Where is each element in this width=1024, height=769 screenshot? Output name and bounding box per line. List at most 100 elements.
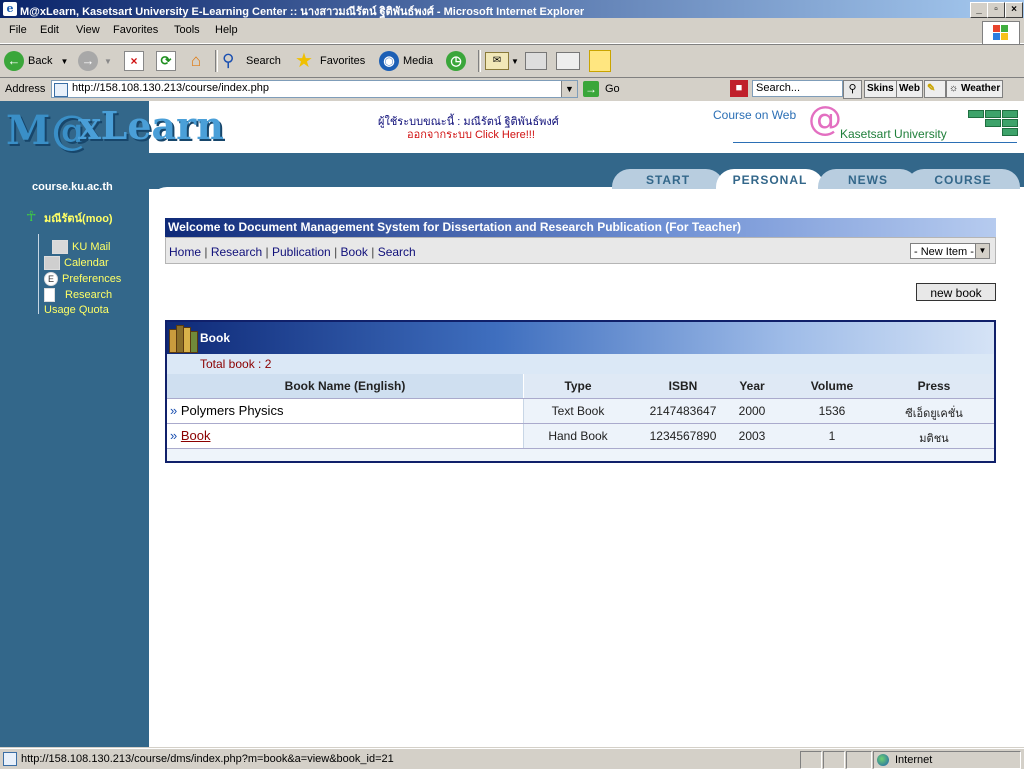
weather-button[interactable]: ☼ Weather bbox=[946, 80, 1004, 98]
close-button[interactable]: × bbox=[1005, 2, 1023, 18]
book-name[interactable]: » Polymers Physics bbox=[170, 403, 283, 418]
zone-label: Internet bbox=[895, 754, 933, 766]
globe-icon bbox=[877, 754, 889, 766]
sidebar-item-calendar[interactable]: Calendar bbox=[44, 256, 109, 270]
tab-start[interactable]: START bbox=[612, 169, 724, 189]
history-button[interactable]: ◷ bbox=[446, 50, 470, 72]
nav-research[interactable]: Research bbox=[211, 245, 262, 259]
messenger-button[interactable] bbox=[589, 50, 611, 72]
menu-tools[interactable]: Tools bbox=[174, 24, 200, 36]
skins-button[interactable]: Skins bbox=[864, 80, 897, 98]
web-button[interactable]: Web bbox=[896, 80, 923, 98]
window-title: M@xLearn, Kasetsart University E-Learnin… bbox=[20, 6, 585, 18]
tab-news[interactable]: NEWS bbox=[818, 169, 918, 189]
history-icon: ◷ bbox=[446, 51, 466, 71]
status-text: http://158.108.130.213/course/dms/index.… bbox=[21, 753, 394, 765]
address-bar: Address http://158.108.130.213/course/in… bbox=[0, 77, 1024, 100]
breadcrumb: Home | Research | Publication | Book | S… bbox=[165, 237, 996, 264]
window-title-bar: e M@xLearn, Kasetsart University E-Learn… bbox=[0, 0, 1024, 18]
stop-button[interactable]: × bbox=[124, 50, 144, 72]
search-button[interactable]: ⚲ Search bbox=[222, 50, 281, 72]
kasetsart-label: Kasetsart University bbox=[840, 127, 947, 141]
media-icon: ◉ bbox=[379, 51, 399, 71]
print-button[interactable] bbox=[525, 50, 547, 72]
tab-course[interactable]: COURSE bbox=[906, 169, 1020, 189]
table-row[interactable]: » Polymers Physics Text Book 2147483647 … bbox=[167, 399, 994, 424]
sidebar-user-name[interactable]: มณีรัตน์(moo) bbox=[44, 209, 113, 227]
logout-link[interactable]: ออกจากระบบ Click Here!!! bbox=[407, 125, 535, 143]
refresh-button[interactable]: ⟳ bbox=[156, 50, 176, 72]
main-panel bbox=[149, 187, 1024, 747]
ie-icon: e bbox=[3, 2, 17, 16]
highlight-icon[interactable]: ✎ bbox=[924, 80, 946, 98]
page-icon bbox=[3, 752, 17, 766]
stop-icon: × bbox=[124, 51, 144, 71]
book-name[interactable]: » Book bbox=[170, 428, 211, 443]
sidebar-item-label: Preferences bbox=[62, 273, 122, 285]
back-dropdown-icon[interactable]: ▼ bbox=[60, 57, 68, 66]
menu-help[interactable]: Help bbox=[215, 24, 238, 36]
back-button[interactable]: ← Back ▼ bbox=[4, 50, 68, 72]
media-label: Media bbox=[403, 55, 433, 67]
menu-file[interactable]: File bbox=[9, 24, 27, 36]
user-icon: ☥ bbox=[26, 208, 37, 224]
go-arrow-icon: → bbox=[583, 80, 599, 97]
divider bbox=[733, 142, 1017, 143]
forward-dropdown-icon[interactable]: ▼ bbox=[104, 57, 112, 66]
nav-search[interactable]: Search bbox=[378, 245, 416, 259]
mail-button[interactable]: ✉ ▼ bbox=[485, 50, 519, 72]
print-icon bbox=[525, 52, 547, 70]
new-item-select[interactable]: - New Item - ▼ bbox=[910, 243, 990, 259]
nav-publication[interactable]: Publication bbox=[272, 245, 331, 259]
table-header: Book bbox=[167, 322, 994, 354]
mail-icon bbox=[52, 240, 68, 254]
chevron-down-icon[interactable]: ▼ bbox=[975, 244, 989, 258]
menu-edit[interactable]: Edit bbox=[40, 24, 59, 36]
book-link[interactable]: Book bbox=[181, 428, 211, 443]
toolbar-search-icon[interactable]: ⚲ bbox=[843, 80, 862, 99]
favorites-label: Favorites bbox=[320, 55, 366, 67]
forward-button[interactable]: → ▼ bbox=[78, 50, 112, 72]
document-icon bbox=[44, 288, 55, 302]
col-type: Type bbox=[564, 379, 592, 393]
total-count: Total book : 2 bbox=[167, 354, 994, 374]
favorites-button[interactable]: ★ Favorites bbox=[295, 50, 365, 72]
book-press: มติชน bbox=[919, 433, 949, 445]
maximize-button[interactable]: ▫ bbox=[987, 2, 1005, 18]
sidebar-item-usage-quota[interactable]: Usage Quota bbox=[44, 304, 109, 316]
media-button[interactable]: ◉ Media bbox=[379, 50, 433, 72]
sidebar-item-label: Research bbox=[65, 289, 113, 301]
sidebar-item-ku-mail[interactable]: KU Mail bbox=[52, 240, 111, 254]
search-label: Search bbox=[246, 55, 281, 67]
address-url[interactable]: http://158.108.130.213/course/index.php bbox=[72, 82, 269, 94]
new-item-select-value: - New Item - bbox=[914, 246, 974, 258]
nav-home[interactable]: Home bbox=[169, 245, 201, 259]
minimize-button[interactable]: _ bbox=[970, 2, 988, 18]
menu-view[interactable]: View bbox=[76, 24, 100, 36]
menu-favorites[interactable]: Favorites bbox=[113, 24, 158, 36]
nav-tree-line bbox=[38, 234, 39, 314]
nav-book[interactable]: Book bbox=[341, 245, 368, 259]
address-input[interactable]: http://158.108.130.213/course/index.php … bbox=[51, 80, 578, 98]
weather-label: Weather bbox=[960, 83, 1001, 94]
edit-button[interactable] bbox=[556, 50, 580, 72]
col-press: Press bbox=[917, 379, 951, 393]
mail-dropdown-icon[interactable]: ▼ bbox=[511, 57, 519, 66]
go-button[interactable]: → Go bbox=[583, 80, 620, 97]
back-arrow-icon: ← bbox=[4, 51, 24, 71]
new-book-button[interactable]: new book bbox=[916, 283, 996, 301]
address-dropdown-icon[interactable]: ▼ bbox=[561, 81, 577, 97]
gift-icon[interactable]: ■ bbox=[730, 80, 748, 97]
sidebar-item-label: KU Mail bbox=[72, 241, 111, 253]
book-year: 2003 bbox=[738, 429, 766, 443]
home-button[interactable]: ⌂ bbox=[186, 50, 206, 72]
tab-personal[interactable]: PERSONAL bbox=[716, 169, 824, 189]
sidebar-item-preferences[interactable]: E Preferences bbox=[44, 272, 121, 286]
total-count-label: Total book : 2 bbox=[200, 357, 272, 371]
cow-at-logo: @ bbox=[808, 99, 842, 139]
preferences-icon: E bbox=[44, 272, 58, 286]
table-row[interactable]: » Book Hand Book 1234567890 2003 1 มติชน bbox=[167, 424, 994, 449]
edit-icon bbox=[556, 52, 580, 70]
toolbar-search-input[interactable]: Search... bbox=[752, 80, 843, 97]
sidebar-item-research[interactable]: Research bbox=[44, 288, 112, 302]
